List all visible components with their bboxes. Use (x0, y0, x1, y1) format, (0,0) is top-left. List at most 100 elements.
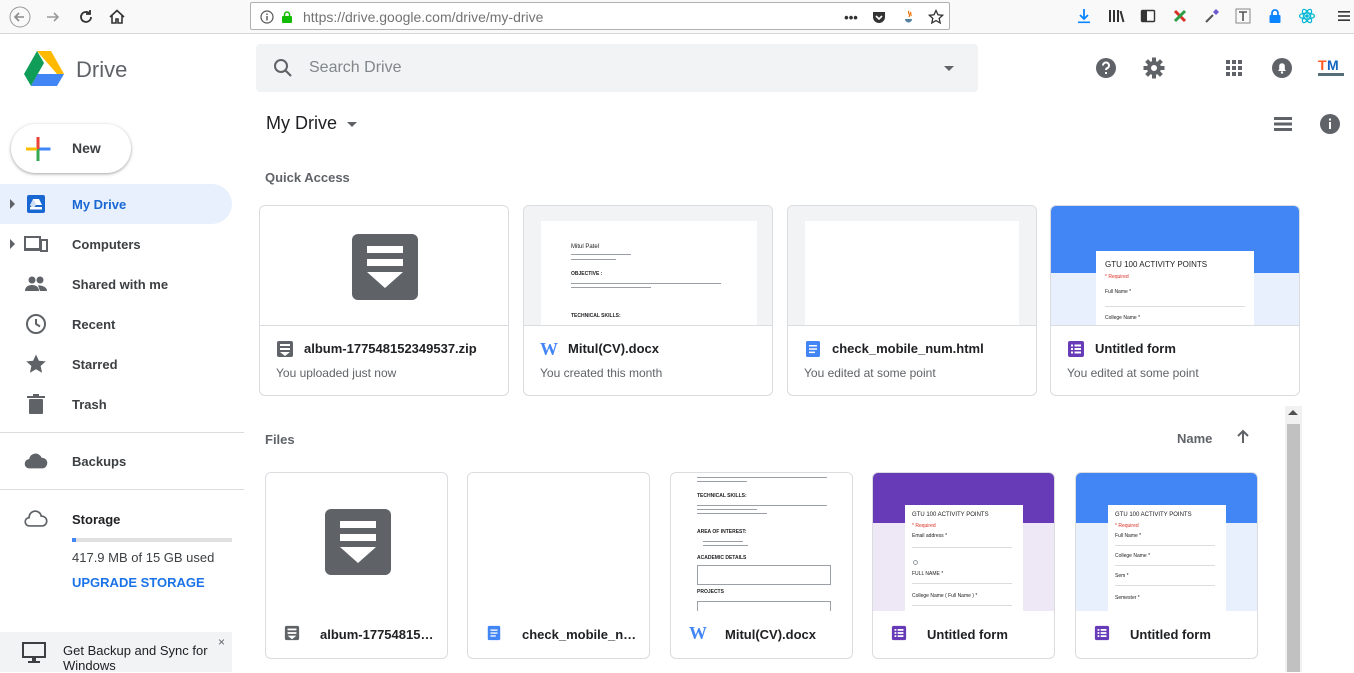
lock-icon[interactable] (277, 7, 297, 27)
file-card[interactable]: check_mobile_nu… (467, 472, 650, 659)
app-name[interactable]: Drive (76, 57, 127, 83)
file-card[interactable]: GTU 100 ACTIVITY POINTS * Required Full … (1075, 472, 1258, 659)
sidebar-item-trash[interactable]: Trash (0, 384, 232, 424)
cv-academic: ACADEMIC DETAILS (697, 555, 747, 561)
expand-caret-icon[interactable] (10, 199, 15, 209)
sort-ascending-icon[interactable] (1234, 428, 1252, 446)
document-preview (805, 221, 1019, 325)
desktop-monitor-icon (22, 642, 46, 664)
notifications-icon[interactable] (1270, 56, 1294, 80)
help-icon[interactable] (1094, 56, 1118, 80)
techmaniac-logo-icon: T M (1318, 57, 1344, 76)
new-button-label: New (72, 140, 101, 156)
file-activity: You edited at some point (804, 366, 936, 380)
reload-icon (80, 10, 92, 23)
back-arrow-icon (9, 6, 31, 28)
page-title[interactable]: My Drive (266, 113, 337, 134)
form-field-label: Semester * (1115, 595, 1140, 601)
scrollbar-thumb[interactable] (1287, 424, 1300, 672)
forward-arrow-icon (47, 12, 60, 22)
bookmark-star-icon[interactable] (926, 7, 946, 27)
sidebar-toggle-icon[interactable] (1138, 6, 1158, 26)
text-extension-icon[interactable] (1233, 6, 1253, 26)
pocket-icon[interactable] (869, 7, 889, 27)
home-icon (109, 9, 125, 24)
backup-promo[interactable]: Get Backup and Sync for Windows × (0, 632, 232, 673)
home-button[interactable] (105, 5, 129, 29)
search-input[interactable]: Search Drive (309, 59, 401, 77)
form-field-label: College Name * (1115, 553, 1151, 559)
library-icon[interactable] (1107, 6, 1127, 26)
info-icon[interactable] (257, 7, 277, 27)
storage-used-text: 417.9 MB of 15 GB used (72, 550, 215, 565)
java-extension-icon[interactable] (899, 7, 919, 27)
page-actions-icon[interactable]: ••• (841, 7, 861, 27)
scroll-up-arrow-icon[interactable] (1288, 410, 1298, 415)
eyedropper-icon[interactable] (1202, 6, 1222, 26)
sidebar-item-my-drive[interactable]: My Drive (0, 184, 232, 224)
drive-logo[interactable] (24, 51, 64, 86)
quick-access-card[interactable]: Mitul Patel OBJECTIVE : TECHNICAL SKILLS… (523, 205, 773, 396)
archive-file-icon (277, 341, 293, 357)
forward-button[interactable] (41, 5, 65, 29)
reload-button[interactable] (74, 5, 98, 29)
back-button[interactable] (8, 5, 32, 29)
downloads-icon[interactable] (1074, 6, 1094, 26)
browser-menu-icon[interactable] (1334, 6, 1354, 26)
cv-name: Mitul Patel (571, 244, 600, 250)
search-icon[interactable] (272, 57, 294, 79)
form-field-label: Full Name * (1105, 289, 1132, 295)
file-name: check_mobile_nu… (522, 627, 644, 642)
search-bar[interactable]: Search Drive (256, 44, 978, 92)
list-view-icon[interactable] (1271, 112, 1295, 136)
sidebar-item-computers[interactable]: Computers (0, 224, 232, 264)
file-name: Untitled form (1095, 341, 1176, 356)
storage-label: Storage (72, 512, 121, 527)
file-card[interactable]: TECHNICAL SKILLS: AREA OF INTEREST: ACAD… (670, 472, 853, 659)
file-name: check_mobile_num.html (832, 341, 984, 356)
sidebar-item-starred[interactable]: Starred (0, 344, 232, 384)
settings-gear-icon[interactable] (1142, 56, 1166, 80)
sidebar-divider (0, 489, 244, 490)
file-card[interactable]: album-17754815… (265, 472, 448, 659)
file-activity: You uploaded just now (276, 366, 397, 380)
url-bar[interactable]: https://drive.google.com/drive/my-drive … (250, 2, 950, 30)
details-info-icon[interactable] (1318, 112, 1342, 136)
word-file-icon: W (689, 623, 707, 643)
file-thumbnail: Mitul Patel OBJECTIVE : TECHNICAL SKILLS… (524, 206, 772, 326)
title-dropdown-icon[interactable] (347, 122, 357, 127)
file-thumbnail (788, 206, 1036, 326)
file-thumbnail: GTU 100 ACTIVITY POINTS * Required Full … (1051, 206, 1299, 326)
file-card[interactable]: GTU 100 ACTIVITY POINTS * Required Email… (872, 472, 1055, 659)
clock-icon (24, 312, 48, 336)
apps-grid-icon[interactable] (1222, 56, 1246, 80)
sort-by-name[interactable]: Name (1177, 431, 1212, 446)
sidebar-divider (0, 432, 244, 433)
padlock-extension-icon[interactable] (1265, 6, 1285, 26)
sidebar-item-recent[interactable]: Recent (0, 304, 232, 344)
upgrade-storage-link[interactable]: UPGRADE STORAGE (72, 575, 205, 590)
backup-promo-text[interactable]: Get Backup and Sync for Windows (63, 643, 218, 673)
sidebar-item-shared[interactable]: Shared with me (0, 264, 232, 304)
extension-x-icon[interactable] (1170, 6, 1190, 26)
url-text[interactable]: https://drive.google.com/drive/my-drive (303, 9, 543, 25)
close-icon[interactable]: × (218, 635, 225, 649)
quick-access-card[interactable]: GTU 100 ACTIVITY POINTS * Required Full … (1050, 205, 1300, 396)
react-devtools-icon[interactable] (1297, 6, 1317, 26)
sidebar-item-backups[interactable]: Backups (0, 441, 232, 481)
forms-file-icon (891, 625, 907, 641)
file-activity: You created this month (540, 366, 663, 380)
file-thumbnail: GTU 100 ACTIVITY POINTS * Required Full … (1076, 473, 1257, 611)
quick-access-card[interactable]: check_mobile_num.html You edited at some… (787, 205, 1037, 396)
sidebar-item-label: Trash (72, 397, 107, 412)
search-options-icon[interactable] (944, 66, 954, 71)
file-activity: You edited at some point (1067, 366, 1199, 380)
account-avatar[interactable]: T M (1316, 56, 1346, 80)
expand-caret-icon[interactable] (10, 239, 15, 249)
sidebar-item-storage[interactable]: Storage (0, 499, 232, 539)
quick-access-card[interactable]: album-177548152349537.zip You uploaded j… (259, 205, 509, 396)
new-button[interactable]: New (11, 124, 131, 173)
form-field-label: Full Name * (1115, 533, 1142, 539)
docs-file-icon (806, 341, 820, 357)
storage-usage-bar (72, 538, 232, 542)
